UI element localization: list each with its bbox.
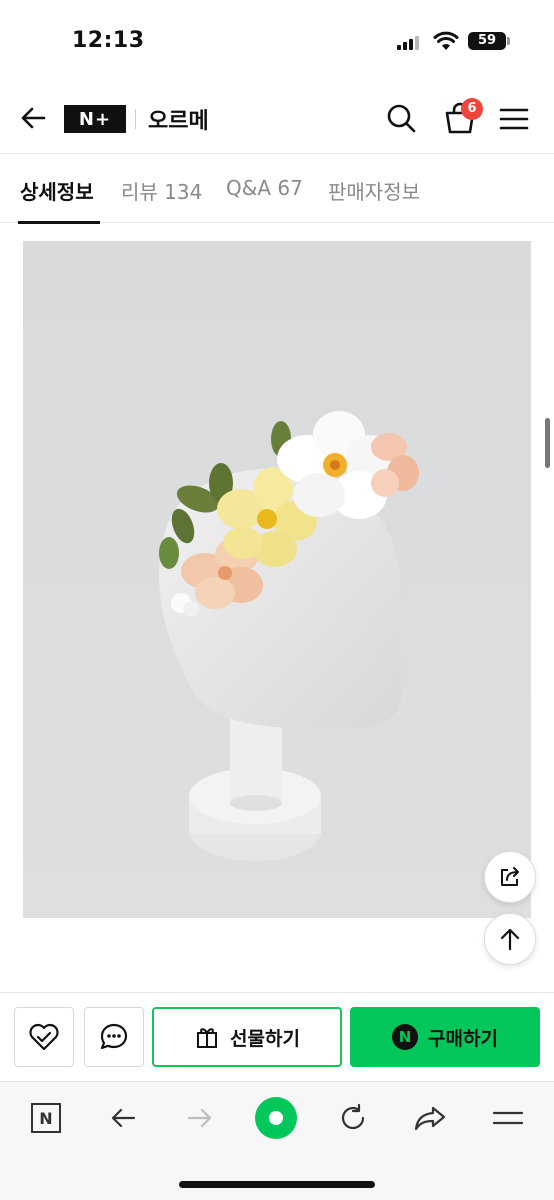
tab-seller-info[interactable]: 판매자정보 [328,176,420,205]
search-icon [387,104,416,133]
purchase-bar: 선물하기 N 구매하기 [0,992,554,1080]
gift-icon [197,1028,218,1048]
forward-share-icon [414,1106,446,1131]
page-scrollbar[interactable] [545,418,550,468]
home-indicator [179,1181,375,1188]
scroll-top-button[interactable] [484,913,536,965]
status-bar: 12:13 59 [0,0,554,84]
gift-button[interactable]: 선물하기 [152,1007,342,1067]
naver-home-icon: N [31,1103,61,1133]
wishlist-button[interactable] [14,1007,74,1067]
buy-button-label: 구매하기 [428,1027,498,1050]
wifi-icon [433,31,459,50]
store-name[interactable]: 오르메 [148,103,209,135]
browser-back-button[interactable] [101,1096,145,1140]
back-button[interactable] [16,100,52,136]
battery-indicator: 59 [468,32,506,50]
arrow-right-icon [187,1108,212,1128]
flower-headband-illustration [23,241,531,918]
buy-button[interactable]: N 구매하기 [350,1007,540,1067]
tab-qna[interactable]: Q&A 67 [226,176,303,200]
brand-divider [135,109,136,129]
hamburger-menu-icon [499,108,529,130]
browser-forward-button[interactable] [178,1096,222,1140]
status-time: 12:13 [72,28,145,53]
product-tabs: 상세정보 리뷰 134 Q&A 67 판매자정보 [0,155,554,224]
product-image[interactable] [23,241,531,918]
chat-bubble-icon [100,1023,128,1050]
back-arrow-icon [21,107,46,129]
gift-button-label: 선물하기 [230,1027,300,1050]
refresh-button[interactable] [331,1096,375,1140]
search-button[interactable] [383,100,419,136]
cellular-signal-icon [397,36,423,50]
menu-lines-icon [492,1111,524,1125]
heart-check-icon [29,1023,59,1051]
browser-share-button[interactable] [408,1096,452,1140]
browser-menu-button[interactable] [486,1096,530,1140]
cart-count-badge: 6 [461,98,483,120]
green-dot-icon [255,1097,297,1139]
arrow-left-icon [111,1108,136,1128]
naver-home-button[interactable]: N [24,1096,68,1140]
share-icon [501,867,519,886]
green-dot-button[interactable] [254,1096,298,1140]
tab-reviews[interactable]: 리뷰 134 [121,176,202,205]
refresh-icon [341,1103,365,1130]
naver-plus-logo[interactable]: N+ [64,105,126,133]
arrow-up-icon [500,928,520,951]
battery-nub [507,37,510,45]
naver-n-icon: N [392,1024,419,1050]
tab-detail[interactable]: 상세정보 [20,176,94,205]
menu-button[interactable] [496,102,532,136]
talk-button[interactable] [84,1007,144,1067]
share-button[interactable] [484,851,536,903]
active-tab-indicator [18,221,100,224]
